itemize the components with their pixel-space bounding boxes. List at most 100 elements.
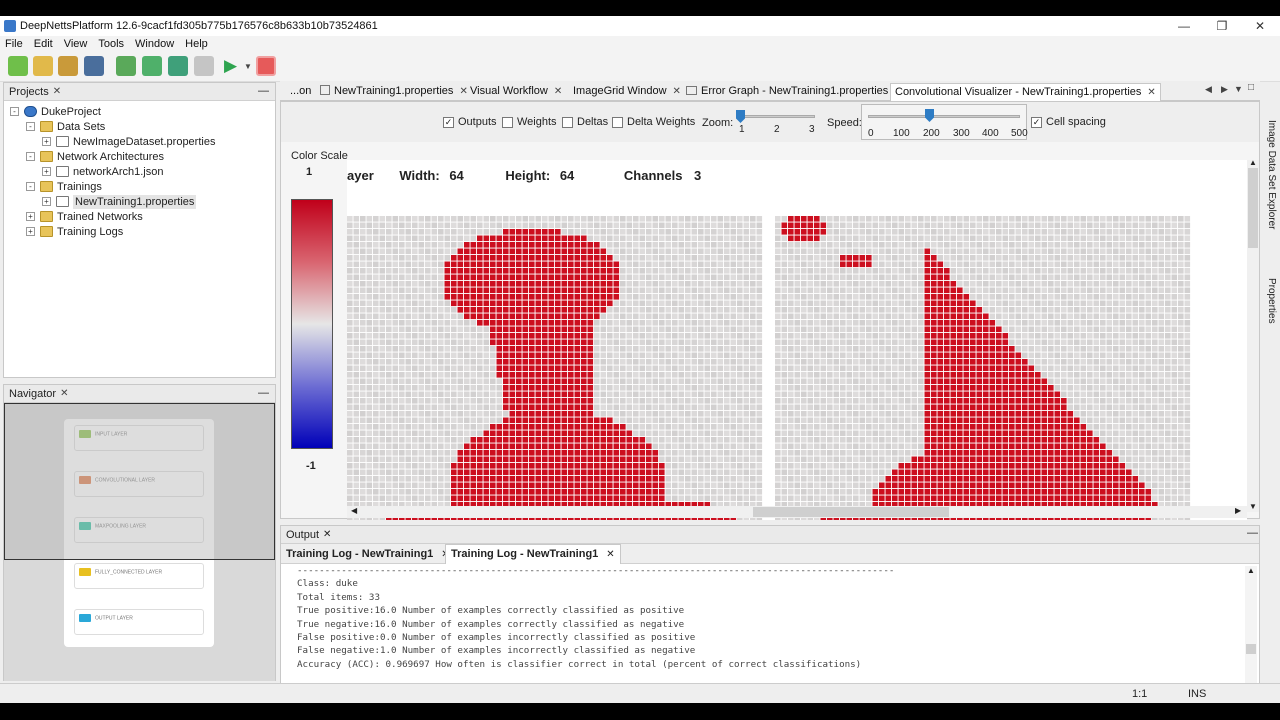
network-icon[interactable] bbox=[142, 56, 162, 76]
stop-icon[interactable] bbox=[256, 56, 276, 76]
scroll-right-icon[interactable]: ▶ bbox=[1235, 506, 1241, 515]
maximize-icon[interactable]: □ bbox=[1248, 82, 1254, 93]
collapse-icon[interactable]: - bbox=[26, 152, 35, 161]
tab-imagegrid[interactable]: ImageGrid Window ✕ bbox=[569, 83, 685, 101]
close-window-button[interactable]: ✕ bbox=[1242, 16, 1278, 36]
minimize-button[interactable]: — bbox=[1166, 16, 1202, 36]
close-icon[interactable]: ✕ bbox=[606, 549, 614, 560]
checkbox-box[interactable] bbox=[612, 116, 623, 128]
scroll-right-icon[interactable]: ▶ bbox=[1221, 84, 1228, 95]
tree-item[interactable]: + Trained Networks bbox=[26, 209, 143, 224]
folder-icon bbox=[40, 211, 53, 222]
tree-item[interactable]: + NewTraining1.properties bbox=[42, 194, 197, 209]
run-icon[interactable]: ▶ bbox=[224, 56, 244, 76]
log-content[interactable]: ----------------------------------------… bbox=[297, 564, 894, 671]
scroll-thumb[interactable] bbox=[1248, 168, 1258, 248]
close-icon[interactable]: ✕ bbox=[673, 86, 681, 97]
close-icon[interactable]: ✕ bbox=[323, 529, 331, 540]
tab-error-graph[interactable]: Error Graph - NewTraining1.properties✕ bbox=[682, 83, 907, 101]
properties-tab[interactable]: Properties bbox=[1266, 278, 1277, 324]
navigator-header: Navigator ✕ — bbox=[4, 385, 275, 403]
tab-list-icon[interactable]: ▼ bbox=[1234, 84, 1243, 94]
menu-tools[interactable]: Tools bbox=[98, 38, 124, 50]
menu-help[interactable]: Help bbox=[185, 38, 208, 50]
tree-item[interactable]: - Network Architectures bbox=[26, 149, 164, 164]
checkbox-box[interactable] bbox=[502, 116, 513, 128]
outputs-checkbox[interactable]: ✓ Outputs bbox=[443, 116, 497, 128]
speed-thumb[interactable] bbox=[925, 109, 934, 122]
zoom-thumb[interactable] bbox=[736, 110, 745, 123]
tree-item[interactable]: + NewImageDataset.properties bbox=[42, 134, 215, 149]
save-all-icon[interactable] bbox=[84, 56, 104, 76]
scroll-left-icon[interactable]: ◀ bbox=[351, 506, 357, 515]
tab-truncated[interactable]: ...on bbox=[286, 83, 315, 101]
menu-edit[interactable]: Edit bbox=[34, 38, 53, 50]
menu-view[interactable]: View bbox=[64, 38, 88, 50]
scroll-thumb[interactable] bbox=[1246, 644, 1256, 654]
navigator-tab[interactable]: Navigator bbox=[9, 388, 56, 400]
projects-header: Projects ✕ — bbox=[4, 83, 275, 101]
tree-item-label: NewTraining1.properties bbox=[73, 194, 197, 209]
log-tab-1[interactable]: Training Log - NewTraining1✕ bbox=[286, 548, 450, 560]
image-dataset-explorer-tab[interactable]: Image Data Set Explorer bbox=[1266, 120, 1277, 230]
delta-weights-checkbox[interactable]: Delta Weights bbox=[612, 116, 695, 128]
tab-conv-visualizer[interactable]: Convolutional Visualizer - NewTraining1.… bbox=[890, 83, 1161, 101]
weights-checkbox[interactable]: Weights bbox=[502, 116, 557, 128]
checkbox-box[interactable]: ✓ bbox=[1031, 116, 1042, 128]
expand-icon[interactable]: + bbox=[26, 227, 35, 236]
training-icon[interactable] bbox=[168, 56, 188, 76]
scroll-left-icon[interactable]: ◀ bbox=[1205, 84, 1212, 95]
close-icon[interactable]: ✕ bbox=[554, 86, 562, 97]
menu-file[interactable]: File bbox=[5, 38, 23, 50]
open-project-icon[interactable] bbox=[58, 56, 78, 76]
expand-icon[interactable]: + bbox=[42, 137, 51, 146]
tab-visual-workflow[interactable]: Visual Workflow ✕ bbox=[466, 83, 566, 101]
cell-spacing-checkbox[interactable]: ✓ Cell spacing bbox=[1031, 116, 1106, 128]
tree-item[interactable]: + networkArch1.json bbox=[42, 164, 164, 179]
deltas-checkbox[interactable]: Deltas bbox=[562, 116, 608, 128]
collapse-icon[interactable]: - bbox=[26, 122, 35, 131]
checkbox-box[interactable]: ✓ bbox=[443, 116, 454, 128]
navigator-layer: FULLY_CONNECTED LAYER bbox=[74, 563, 204, 589]
log-scrollbar[interactable]: ▲ ▼ bbox=[1245, 566, 1257, 694]
scroll-up-icon[interactable]: ▲ bbox=[1249, 158, 1257, 167]
tree-item[interactable]: - DukeProject bbox=[10, 104, 101, 119]
collapse-icon[interactable]: - bbox=[26, 182, 35, 191]
add-dataset-icon[interactable] bbox=[116, 56, 136, 76]
expand-icon[interactable]: + bbox=[26, 212, 35, 221]
close-icon[interactable]: ✕ bbox=[1147, 87, 1155, 98]
scroll-down-icon[interactable]: ▼ bbox=[1249, 502, 1257, 511]
menu-window[interactable]: Window bbox=[135, 38, 174, 50]
horizontal-scrollbar[interactable]: ◀ ▶ bbox=[347, 506, 1247, 518]
scroll-thumb[interactable] bbox=[753, 507, 949, 517]
tree-item[interactable]: - Trainings bbox=[26, 179, 102, 194]
tree-item[interactable]: - Data Sets bbox=[26, 119, 105, 134]
projects-tab[interactable]: Projects bbox=[9, 86, 49, 98]
dataset-file-icon bbox=[56, 136, 69, 147]
collapse-icon[interactable]: - bbox=[10, 107, 19, 116]
minimize-panel-icon[interactable]: — bbox=[1247, 527, 1258, 539]
tab-training-properties[interactable]: NewTraining1.properties ✕ bbox=[316, 83, 472, 101]
zoom-slider[interactable]: 1 2 3 bbox=[736, 110, 815, 136]
new-project-icon[interactable] bbox=[33, 56, 53, 76]
vertical-scrollbar[interactable]: ▲ ▼ bbox=[1247, 158, 1259, 512]
feature-map-channel bbox=[775, 216, 1191, 520]
run-dropdown-icon[interactable]: ▼ bbox=[244, 62, 252, 71]
tree-item[interactable]: + Training Logs bbox=[26, 224, 123, 239]
expand-icon[interactable]: + bbox=[42, 197, 51, 206]
expand-icon[interactable]: + bbox=[42, 167, 51, 176]
width-value: 64 bbox=[449, 168, 464, 183]
close-icon[interactable]: ✕ bbox=[60, 388, 68, 399]
navigator-viewport[interactable] bbox=[4, 403, 275, 560]
minimize-panel-icon[interactable]: — bbox=[258, 85, 269, 97]
log-tab-2[interactable]: Training Log - NewTraining1 ✕ bbox=[445, 544, 621, 564]
output-tab[interactable]: Output bbox=[286, 529, 319, 541]
close-icon[interactable]: ✕ bbox=[53, 86, 61, 97]
scroll-up-icon[interactable]: ▲ bbox=[1247, 566, 1255, 575]
checkbox-box[interactable] bbox=[562, 116, 573, 128]
restore-button[interactable]: ❐ bbox=[1204, 16, 1240, 36]
new-file-icon[interactable] bbox=[8, 56, 28, 76]
speed-slider[interactable]: 0 100 200 300 400 500 bbox=[861, 104, 1028, 140]
log-tabs: Training Log - NewTraining1✕ Training Lo… bbox=[281, 544, 1259, 564]
minimize-panel-icon[interactable]: — bbox=[258, 387, 269, 399]
